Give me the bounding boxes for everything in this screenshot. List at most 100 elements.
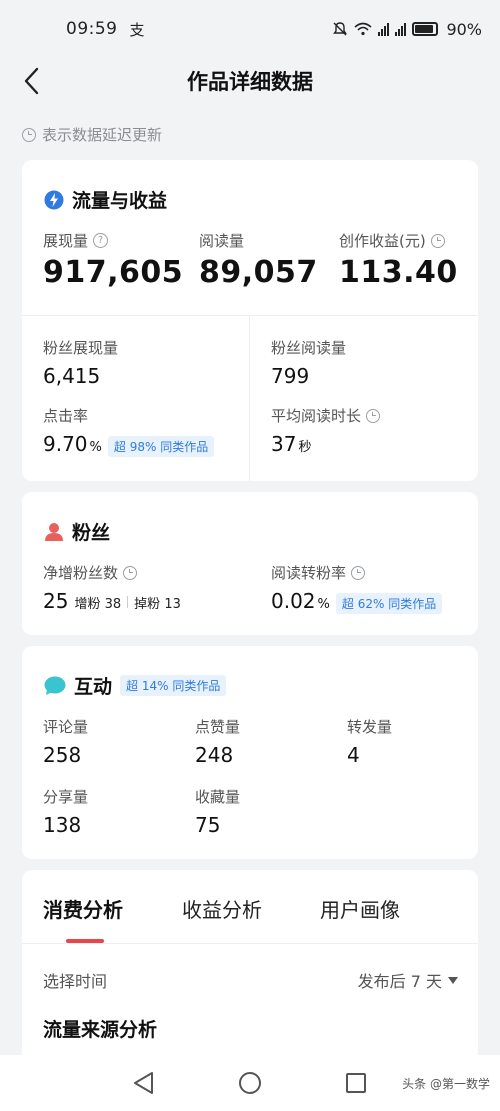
shares-value: 138 <box>43 813 82 837</box>
comments-label: 评论量 <box>43 718 89 736</box>
tab-income[interactable]: 收益分析 <box>182 894 262 923</box>
signal-4g-icon <box>378 22 390 36</box>
interaction-card: 互动 超 14% 同类作品 评论量 258 点赞量 248 转发量 4 分享量 … <box>22 646 478 859</box>
shares-metric[interactable]: 分享量 138 <box>43 786 88 837</box>
time-filter-value: 发布后 7 天 <box>357 972 442 991</box>
chevron-left-icon <box>24 67 39 95</box>
status-bar: 09:59 支 90% <box>0 0 500 58</box>
read-to-fan-metric[interactable]: 阅读转粉率 0.02% 超 62% 同类作品 <box>271 562 443 614</box>
net-fans-row: 25 增粉 38 掉粉 13 <box>43 589 181 613</box>
income-label: 创作收益(元) <box>339 230 458 251</box>
ctr-label: 点击率 <box>43 407 89 425</box>
fans-card-title-text: 粉丝 <box>72 522 111 544</box>
net-fans-label: 净增粉丝数 <box>43 562 181 583</box>
signal-5g-icon <box>395 22 407 36</box>
time-filter-select[interactable]: 发布后 7 天 <box>358 968 458 992</box>
clock-icon <box>22 127 36 142</box>
read-to-fan-unit: % <box>317 597 330 612</box>
income-value: 113.40 <box>339 255 458 290</box>
impressions-value: 917,605 <box>43 255 184 290</box>
favorites-label: 收藏量 <box>195 788 241 806</box>
favorites-value: 75 <box>195 813 221 837</box>
fan-impressions-label: 粉丝展现量 <box>43 339 119 357</box>
watermark: 头条 @第一数学 <box>402 1077 490 1091</box>
traffic-income-card: 流量与收益 展现量? 917,605 阅读量 89,057 创作收益(元) 11… <box>22 160 478 481</box>
avg-read-time-value: 37 <box>271 432 297 456</box>
impressions-label-text: 展现量 <box>43 232 89 250</box>
reads-metric[interactable]: 阅读量 89,057 <box>199 230 318 290</box>
read-to-fan-rank-badge: 超 62% 同类作品 <box>335 593 443 614</box>
status-app-icon: 支 <box>129 20 145 39</box>
divider <box>249 315 250 481</box>
clock-icon <box>430 233 445 248</box>
avg-read-time-metric[interactable]: 平均阅读时长 37 秒 <box>271 405 381 456</box>
chat-bubble-icon <box>44 676 66 695</box>
ctr-value: 9.70 <box>43 432 88 456</box>
clock-icon <box>366 408 381 423</box>
divider <box>22 315 478 316</box>
net-fans-value: 25 <box>43 589 69 613</box>
income-metric[interactable]: 创作收益(元) 113.40 <box>339 230 458 290</box>
caret-down-icon <box>448 976 458 984</box>
interaction-card-title-text: 互动 <box>74 676 113 698</box>
battery-percent: 90% <box>446 19 482 39</box>
status-icons: 90% <box>332 20 482 39</box>
fan-impressions-value: 6,415 <box>43 364 101 388</box>
wifi-icon <box>354 22 372 36</box>
help-icon[interactable]: ? <box>93 233 109 248</box>
fans-gain: 增粉 38 <box>74 593 121 612</box>
delay-notice-text: 表示数据延迟更新 <box>42 126 163 144</box>
ctr-metric[interactable]: 点击率 9.70% 超 98% 同类作品 <box>43 405 215 457</box>
fan-reads-metric[interactable]: 粉丝阅读量 799 <box>271 337 346 388</box>
net-fans-label-text: 净增粉丝数 <box>43 564 119 582</box>
reads-value: 89,057 <box>199 255 318 290</box>
net-fans-metric[interactable]: 净增粉丝数 25 增粉 38 掉粉 13 <box>43 562 181 613</box>
reposts-label: 转发量 <box>347 718 393 736</box>
nav-recents-icon[interactable] <box>345 1072 367 1094</box>
likes-metric[interactable]: 点赞量 248 <box>195 716 240 767</box>
interaction-rank-badge: 超 14% 同类作品 <box>120 675 227 696</box>
fan-impressions-metric[interactable]: 粉丝展现量 6,415 <box>43 337 118 388</box>
impressions-metric[interactable]: 展现量? 917,605 <box>43 230 183 290</box>
ctr-unit: % <box>89 440 102 455</box>
fan-reads-value: 799 <box>271 364 310 388</box>
tab-consumption[interactable]: 消费分析 <box>43 894 123 923</box>
ctr-rank-badge: 超 98% 同类作品 <box>107 436 215 457</box>
divider <box>127 596 129 608</box>
avg-read-time-label: 平均阅读时长 <box>271 405 381 426</box>
fans-gain-label: 增粉 <box>74 597 101 612</box>
fans-loss: 掉粉 13 <box>134 593 181 612</box>
battery-icon <box>412 22 439 36</box>
ctr-value-row: 9.70% 超 98% 同类作品 <box>43 432 215 457</box>
status-time: 09:59 <box>66 19 118 39</box>
income-label-text: 创作收益(元) <box>339 232 426 250</box>
clock-icon <box>123 565 138 580</box>
fans-loss-label: 掉粉 <box>134 597 161 612</box>
tab-user-profile[interactable]: 用户画像 <box>320 894 400 923</box>
comments-metric[interactable]: 评论量 258 <box>43 716 88 767</box>
system-nav-bar: 头条 @第一数学 <box>0 1055 500 1111</box>
nav-back-icon[interactable] <box>132 1071 154 1095</box>
favorites-metric[interactable]: 收藏量 75 <box>195 786 240 837</box>
traffic-card-title-text: 流量与收益 <box>72 190 168 212</box>
nav-bar: 作品详细数据 <box>0 58 500 104</box>
nav-home-icon[interactable] <box>238 1071 262 1095</box>
reposts-metric[interactable]: 转发量 4 <box>347 716 392 767</box>
section-title: 流量来源分析 <box>43 1019 158 1041</box>
bolt-icon <box>44 190 64 209</box>
interaction-card-title: 互动 超 14% 同类作品 <box>44 672 227 699</box>
fans-gain-value: 38 <box>104 597 122 612</box>
fan-reads-label: 粉丝阅读量 <box>271 339 347 357</box>
active-tab-indicator <box>66 939 104 943</box>
fans-card: 粉丝 净增粉丝数 25 增粉 38 掉粉 13 阅读转粉率 0.02% 超 62… <box>22 492 478 635</box>
likes-label: 点赞量 <box>195 718 241 736</box>
read-to-fan-row: 0.02% 超 62% 同类作品 <box>271 589 443 614</box>
avg-read-time-row: 37 秒 <box>271 432 380 456</box>
read-to-fan-label-text: 阅读转粉率 <box>271 564 347 582</box>
back-button[interactable] <box>14 62 48 100</box>
clock-icon <box>351 565 366 580</box>
read-to-fan-label: 阅读转粉率 <box>271 562 442 583</box>
read-to-fan-value: 0.02 <box>271 589 316 613</box>
analysis-tabs: 消费分析 收益分析 用户画像 <box>22 870 478 944</box>
fans-card-title: 粉丝 <box>44 518 110 545</box>
